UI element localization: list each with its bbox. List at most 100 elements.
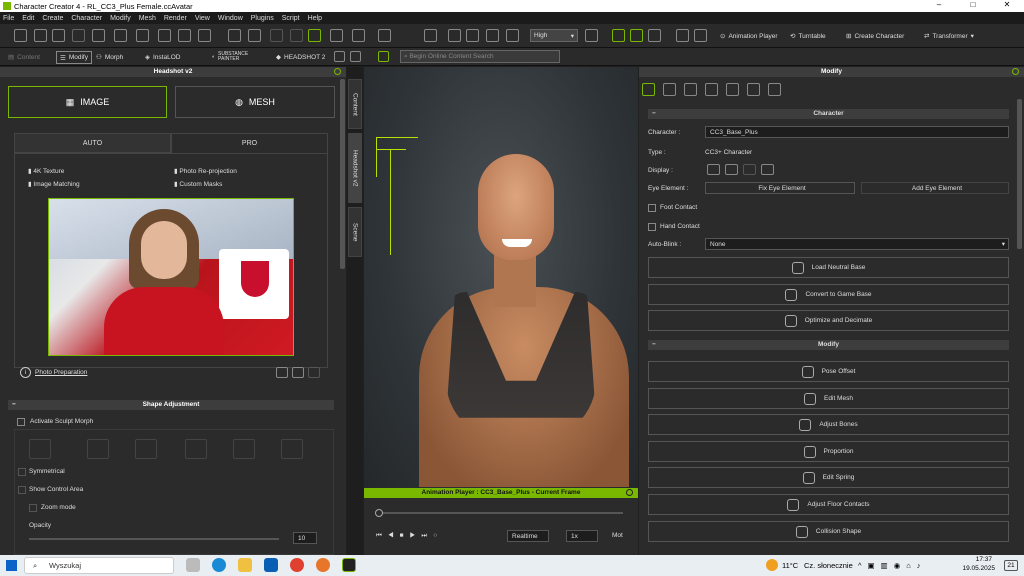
photo-preparation-link[interactable]: i Photo Preparation <box>20 367 87 378</box>
add-eye-button[interactable]: Add Eye Element <box>861 182 1009 194</box>
close-panel-icon[interactable] <box>1012 68 1019 75</box>
menu-render[interactable]: Render <box>164 15 187 22</box>
sculpt-tool-6-icon[interactable] <box>281 439 303 459</box>
fk-icon[interactable] <box>630 29 643 42</box>
zoom-mode-checkbox[interactable] <box>29 504 37 512</box>
sculpt-tool-4-icon[interactable] <box>185 439 207 459</box>
hand-contact-checkbox[interactable] <box>648 223 656 231</box>
speed-select[interactable]: 1x <box>566 530 598 542</box>
optimize-decimate-button[interactable]: Optimize and Decimate <box>648 310 1009 331</box>
convert-game-base-button[interactable]: Convert to Game Base <box>648 284 1009 305</box>
search-input[interactable]: ⌕ Begin Online Content Search <box>400 50 560 63</box>
menu-character[interactable]: Character <box>71 15 102 22</box>
quality-select[interactable]: High ▾ <box>530 29 578 42</box>
proportion-button[interactable]: Proportion <box>648 441 1009 462</box>
hair-tab-icon[interactable] <box>747 82 760 96</box>
scene-icon[interactable] <box>248 29 261 42</box>
morph-tab-icon[interactable] <box>684 82 697 96</box>
character-icon[interactable] <box>350 51 361 62</box>
undo-icon[interactable] <box>270 29 283 42</box>
scale-icon[interactable] <box>378 29 391 42</box>
attributes-tab-icon[interactable] <box>642 82 655 96</box>
new-file-icon[interactable] <box>14 29 27 42</box>
instalod-button[interactable]: ◈ InstaLOD <box>145 53 180 62</box>
motion-button[interactable]: Mot <box>612 532 623 539</box>
open-folder-icon[interactable] <box>276 367 288 378</box>
blender-icon[interactable] <box>316 558 330 572</box>
physics-icon[interactable] <box>648 29 661 42</box>
maximize-button[interactable]: □ <box>956 0 990 9</box>
menu-script[interactable]: Script <box>282 15 300 22</box>
tray-icons[interactable]: ^▣▥◉⌂♪ <box>858 561 927 570</box>
morph-button[interactable]: ⚇ Morph <box>96 53 123 62</box>
load-neutral-base-button[interactable]: Load Neutral Base <box>648 257 1009 278</box>
create-character-button[interactable]: ⊞ Create Character <box>846 32 904 41</box>
pose-icon[interactable] <box>676 29 689 42</box>
menu-create[interactable]: Create <box>42 15 63 22</box>
activate-sculpt-checkbox[interactable] <box>17 418 25 426</box>
tab-auto[interactable]: AUTO <box>14 133 171 153</box>
pose-offset-button[interactable]: Pose Offset <box>648 361 1009 382</box>
timeline-handle[interactable] <box>375 509 383 517</box>
file-explorer-icon[interactable] <box>238 558 252 572</box>
close-button[interactable]: ✕ <box>990 0 1024 9</box>
move-tool-icon[interactable] <box>330 29 343 42</box>
flag-icon[interactable] <box>694 29 707 42</box>
menu-mesh[interactable]: Mesh <box>139 15 156 22</box>
ik-icon[interactable] <box>612 29 625 42</box>
folder-icon[interactable] <box>292 367 304 378</box>
sculpt-tool-2-icon[interactable] <box>87 439 109 459</box>
physics-tab-icon[interactable] <box>705 82 718 96</box>
display-bone-icon[interactable] <box>761 164 774 175</box>
menu-window[interactable]: Window <box>218 15 243 22</box>
snapshot-icon[interactable] <box>198 29 211 42</box>
tab-headshot[interactable]: Headshot v2 <box>348 133 362 203</box>
render-icon[interactable] <box>136 29 149 42</box>
character-creator-taskbar-icon[interactable] <box>342 558 356 572</box>
image-mode-button[interactable]: ▦ IMAGE <box>8 86 167 118</box>
adjust-floor-contacts-button[interactable]: Adjust Floor Contacts <box>648 494 1009 515</box>
refresh-icon[interactable] <box>308 367 320 378</box>
open-file-icon[interactable] <box>34 29 47 42</box>
save-icon[interactable] <box>52 29 65 42</box>
camera-icon[interactable] <box>158 29 171 42</box>
reference-photo[interactable] <box>48 198 294 356</box>
menu-plugins[interactable]: Plugins <box>251 15 274 22</box>
taskbar-search[interactable]: ⌕ Wyszukaj <box>24 557 174 574</box>
tab-content[interactable]: Content <box>348 79 362 129</box>
home-view-icon[interactable] <box>424 29 437 42</box>
sculpt-tool-5-icon[interactable] <box>233 439 255 459</box>
character-section[interactable]: − Character <box>648 109 1009 119</box>
notification-badge[interactable]: 21 <box>1004 560 1018 571</box>
display-mesh-icon[interactable] <box>725 164 738 175</box>
grid-icon[interactable] <box>486 29 499 42</box>
collision-shape-button[interactable]: Collision Shape <box>648 521 1009 542</box>
menu-file[interactable]: File <box>3 15 14 22</box>
opacity-value[interactable]: 10 <box>293 532 317 544</box>
sculpt-tool-3-icon[interactable] <box>135 439 157 459</box>
playback-controls[interactable]: ⏮◀■▶⏭○ <box>376 532 443 540</box>
windows-start-icon[interactable] <box>6 560 17 571</box>
ac-icon[interactable] <box>378 51 389 62</box>
menu-edit[interactable]: Edit <box>22 15 34 22</box>
left-scrollbar[interactable] <box>340 79 345 269</box>
fit-view-icon[interactable] <box>448 29 461 42</box>
right-scrollbar[interactable] <box>1017 99 1022 249</box>
close-player-icon[interactable] <box>626 489 633 496</box>
menu-view[interactable]: View <box>195 15 210 22</box>
frame-icon[interactable] <box>466 29 479 42</box>
edit-spring-button[interactable]: Edit Spring <box>648 467 1009 488</box>
realtime-select[interactable]: Realtime <box>507 530 549 542</box>
minimize-button[interactable]: – <box>922 0 956 9</box>
edit-mesh-button[interactable]: Edit Mesh <box>648 388 1009 409</box>
modify-button[interactable]: ☰ Modify <box>56 51 92 64</box>
mesh-mode-button[interactable]: ◍ MESH <box>175 86 335 118</box>
headshot2-button[interactable]: ◆ HEADSHOT 2 <box>276 53 325 62</box>
3d-viewport[interactable] <box>364 67 638 488</box>
redo-icon[interactable] <box>290 29 303 42</box>
close-panel-icon[interactable] <box>334 68 341 75</box>
cube-icon[interactable] <box>506 29 519 42</box>
transformer-button[interactable]: ⇄ Transformer ▾ <box>924 32 974 41</box>
menu-help[interactable]: Help <box>308 15 322 22</box>
autoblink-select[interactable]: None ▾ <box>705 238 1009 250</box>
